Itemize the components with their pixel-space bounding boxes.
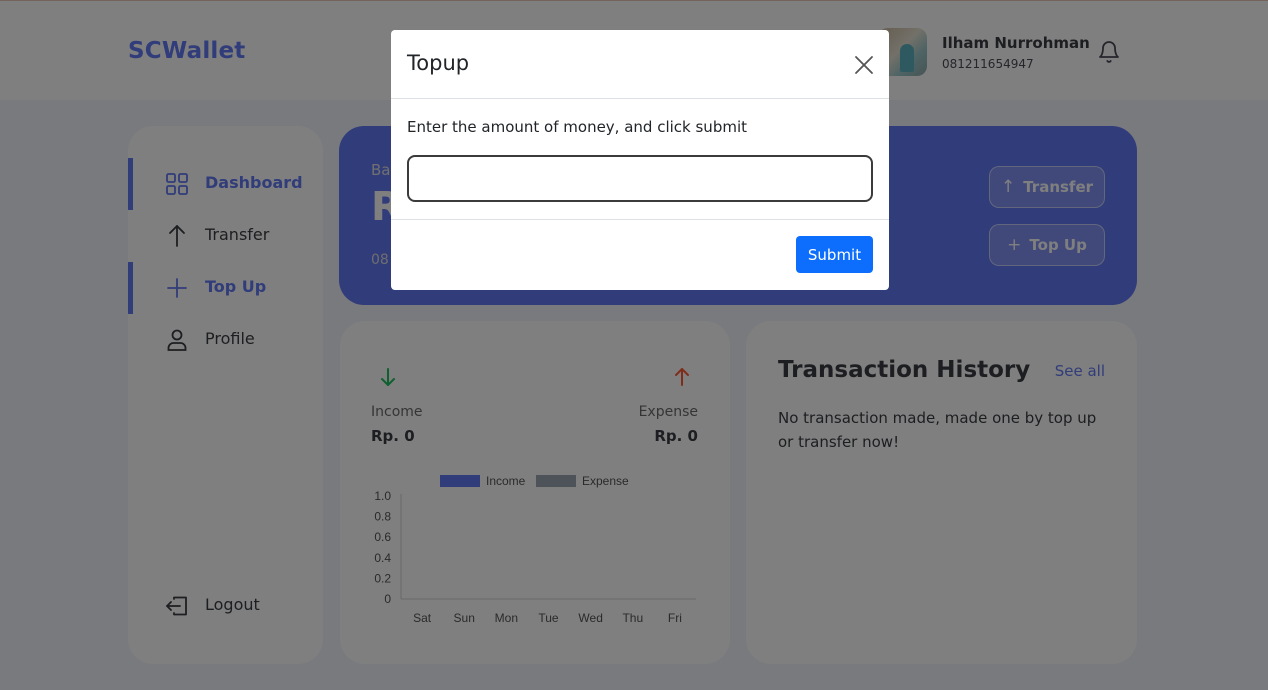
modal-body: Enter the amount of money, and click sub… <box>391 99 889 220</box>
close-icon[interactable] <box>854 55 874 75</box>
submit-button[interactable]: Submit <box>796 236 873 273</box>
modal-title: Topup <box>407 51 470 75</box>
modal-instructions: Enter the amount of money, and click sub… <box>407 118 747 136</box>
topup-modal: Topup Enter the amount of money, and cli… <box>391 30 889 290</box>
modal-header: Topup <box>391 30 889 99</box>
amount-input[interactable] <box>407 155 873 202</box>
